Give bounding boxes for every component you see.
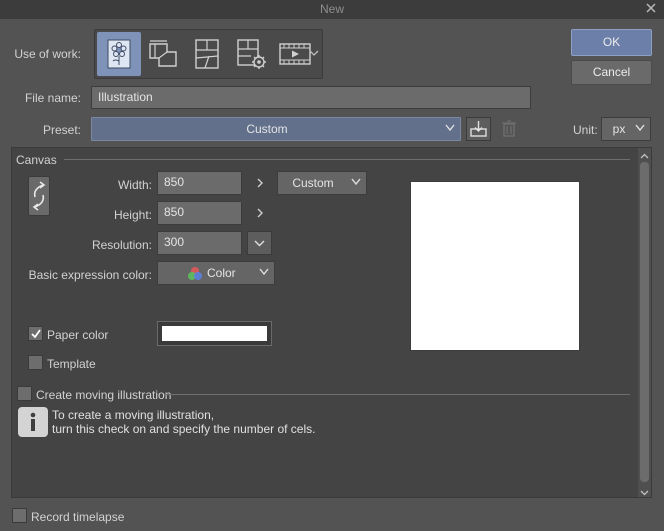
canvas-section-divider [64,159,630,160]
animation-icon [279,43,311,65]
webtoon-icon [149,40,177,67]
basic-expression-color-value: Color [207,266,236,280]
work-comic-button[interactable] [185,32,229,76]
color-circles-icon [188,267,202,280]
work-webtoon-button[interactable] [141,32,185,76]
paper-color-swatch[interactable] [157,321,272,346]
height-expand-button[interactable] [254,206,266,220]
preset-select[interactable]: Custom [91,117,461,141]
use-of-work-group [94,29,323,79]
trash-icon [502,120,516,137]
size-preset-select[interactable]: Custom [277,171,367,195]
window-title: New [319,2,344,16]
width-label: Width: [117,178,152,192]
paper-color-checkbox[interactable] [28,326,43,341]
chevron-down-icon [635,124,645,132]
chevron-down-icon [259,268,269,276]
resolution-dropdown-button[interactable] [247,231,272,255]
info-line-1: To create a moving illustration, [52,408,215,422]
basic-expression-color-label: Basic expression color: [28,268,152,282]
file-name-label: File name: [24,91,81,105]
ok-button[interactable]: OK [571,29,652,56]
preset-value: Custom [246,122,288,136]
unit-value: px [612,122,626,136]
canvas-preview [410,181,580,351]
unit-select[interactable]: px [601,117,651,141]
work-illustration-button[interactable] [97,32,141,76]
width-expand-button[interactable] [254,176,266,190]
info-line-2: turn this check on and specify the numbe… [52,422,316,436]
work-comic-settings-button[interactable] [229,32,273,76]
cancel-button[interactable]: Cancel [571,60,652,85]
swap-icon [32,181,46,211]
moving-illustration-info: To create a moving illustration, turn th… [52,408,315,436]
scroll-up-icon[interactable] [640,150,649,159]
basic-expression-color-select[interactable]: Color [157,261,275,285]
scroll-down-icon[interactable] [640,486,649,496]
resolution-input[interactable]: 300 [157,231,242,255]
record-timelapse-checkbox[interactable] [12,508,27,523]
preset-label: Preset: [42,123,81,137]
width-input[interactable]: 850 [157,171,242,195]
chevron-down-icon [254,240,265,247]
close-icon[interactable] [644,1,658,15]
chevron-down-icon [351,178,361,186]
chevron-right-icon [257,178,263,188]
height-input[interactable]: 850 [157,201,242,225]
swap-size-button[interactable] [28,176,50,216]
chevron-down-icon [309,50,319,56]
template-label: Template [47,357,96,371]
chevron-right-icon [257,208,263,218]
checkmark-icon [31,329,41,339]
paper-color-label: Paper color [47,328,109,342]
template-checkbox[interactable] [28,355,43,370]
size-preset-value: Custom [292,176,334,190]
moving-illustration-divider [164,394,630,395]
scroll-thumb[interactable] [640,162,649,482]
create-moving-illustration-label: Create moving illustration [36,388,172,402]
unit-label: Unit: [573,123,598,137]
use-of-work-dropdown[interactable] [308,32,320,76]
save-preset-icon [470,121,487,137]
height-label: Height: [113,208,152,222]
title-bar: New [0,0,664,19]
comic-icon [195,39,219,69]
canvas-section-title: Canvas [16,153,57,167]
paper-color-fill [162,326,267,341]
record-timelapse-label: Record timelapse [31,510,125,524]
info-icon [18,407,48,437]
register-preset-button[interactable] [466,117,491,141]
create-moving-illustration-checkbox[interactable] [17,386,32,401]
use-of-work-label: Use of work: [14,47,81,61]
illustration-icon [107,39,131,69]
resolution-label: Resolution: [91,238,152,252]
delete-preset-button[interactable] [498,117,520,141]
chevron-down-icon [445,124,455,132]
comic-settings-icon [237,39,266,69]
file-name-input[interactable]: Illustration [91,86,531,109]
